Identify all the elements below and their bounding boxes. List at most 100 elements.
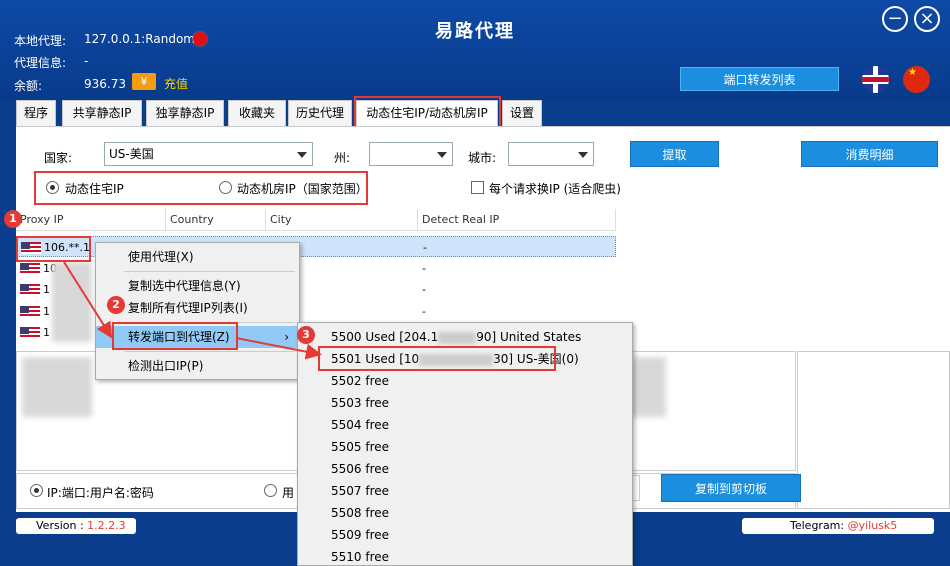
us-flag-icon	[20, 306, 40, 318]
tab-settings[interactable]: 设置	[502, 100, 542, 127]
detect-cell: -	[423, 241, 427, 254]
chevron-down-icon	[578, 152, 588, 158]
submenu-item[interactable]: 5508 free	[298, 502, 632, 524]
submenu-item[interactable]: 5507 free	[298, 480, 632, 502]
submenu-item[interactable]: 5510 free	[298, 546, 632, 566]
radio-residential[interactable]	[46, 181, 59, 194]
detect-cell: -	[422, 262, 426, 275]
submenu-item[interactable]: 5502 free	[298, 370, 632, 392]
step-badge-2: 2	[107, 296, 125, 314]
telegram-pill[interactable]: Telegram: @yilusk5	[742, 518, 934, 534]
menu-use-proxy[interactable]: 使用代理(X)	[96, 246, 299, 268]
tab-history[interactable]: 历史代理	[288, 100, 352, 127]
status-dot-icon	[193, 32, 207, 46]
redaction-blur	[52, 262, 92, 342]
cn-flag-icon[interactable]: ★	[903, 66, 930, 93]
city-select[interactable]	[508, 142, 594, 166]
balance-value: 936.73	[84, 77, 126, 91]
country-select[interactable]: US-美国	[104, 142, 313, 166]
proxy-ip-cell: 1	[43, 283, 50, 296]
col-proxy-ip[interactable]: Proxy IP	[16, 209, 166, 231]
tab-dedicated-static[interactable]: 独享静态IP	[146, 100, 224, 127]
port-forward-list-button[interactable]: 端口转发列表	[680, 67, 839, 91]
tab-favorites[interactable]: 收藏夹	[228, 100, 286, 127]
telegram-value[interactable]: @yilusk5	[848, 519, 898, 532]
close-icon[interactable]: ×	[914, 6, 940, 32]
recharge-link[interactable]: 充值	[164, 75, 188, 92]
highlight-box-tab	[354, 96, 501, 128]
us-flag-icon	[20, 263, 40, 275]
col-city[interactable]: City	[266, 209, 418, 231]
city-label: 城市:	[468, 151, 497, 165]
submenu-item[interactable]: 5500 Used [204.1 90] United States	[298, 326, 632, 348]
menu-separator	[124, 271, 295, 272]
side-box	[797, 351, 950, 509]
radio-datacenter[interactable]	[219, 181, 232, 194]
col-country[interactable]: Country	[166, 209, 266, 231]
radio-residential-label: 动态住宅IP	[65, 182, 124, 196]
per-request-label: 每个请求换IP (适合爬虫)	[489, 182, 621, 196]
chevron-down-icon	[297, 152, 307, 158]
radio-format-2[interactable]	[264, 484, 277, 497]
submenu-item[interactable]: 5503 free	[298, 392, 632, 414]
chevron-down-icon	[437, 152, 447, 158]
local-proxy-value: 127.0.0.1:Random	[84, 32, 195, 46]
local-proxy-label: 本地代理:	[14, 34, 67, 48]
minimize-icon[interactable]: −	[882, 6, 908, 32]
submenu-item[interactable]: 5504 free	[298, 414, 632, 436]
country-label: 国家:	[44, 151, 73, 165]
balance-row: 余额: 936.73	[14, 77, 126, 94]
radio-datacenter-label: 动态机房IP（国家范围）	[237, 182, 368, 196]
step-badge-1: 1	[4, 210, 22, 228]
submenu-item-tail: 90] United States	[476, 330, 582, 344]
radio-format-ip-port-label: IP:端口:用户名:密码	[47, 486, 154, 500]
highlight-box-row	[16, 236, 91, 262]
step-badge-3: 3	[297, 326, 315, 344]
table-header: Proxy IP Country City Detect Real IP	[16, 209, 616, 231]
tab-shared-static[interactable]: 共享静态IP	[62, 100, 142, 127]
proxy-ip-cell: 1	[43, 305, 50, 318]
us-flag-icon	[20, 284, 40, 296]
version-pill: Version : 1.2.2.3	[16, 518, 136, 534]
redaction-blur	[438, 331, 477, 344]
menu-copy-selected[interactable]: 复制选中代理信息(Y)	[96, 275, 299, 297]
version-label: Version :	[36, 519, 88, 532]
proxy-info-row: 代理信息: -	[14, 54, 88, 71]
submenu-item[interactable]: 5509 free	[298, 524, 632, 546]
country-value: US-美国	[109, 147, 154, 161]
col-detect-real-ip[interactable]: Detect Real IP	[418, 209, 616, 231]
proxy-ip-cell: 1	[43, 326, 50, 339]
chevron-right-icon: ›	[284, 330, 289, 344]
proxy-info-value: -	[84, 54, 89, 68]
consumption-details-button[interactable]: 消费明细	[801, 141, 938, 167]
per-request-checkbox[interactable]	[471, 181, 484, 194]
uk-flag-icon[interactable]	[862, 66, 889, 93]
redaction-blur	[22, 357, 92, 417]
yen-icon[interactable]: ¥	[132, 73, 156, 90]
balance-label: 余额:	[14, 79, 43, 93]
radio-format-ip-port[interactable]	[30, 484, 43, 497]
highlight-box-submenu	[318, 346, 556, 371]
detect-cell: -	[422, 305, 426, 318]
detect-cell: -	[422, 283, 426, 296]
state-label: 州:	[334, 151, 351, 165]
submenu-item[interactable]: 5506 free	[298, 458, 632, 480]
submenu-item-label: 5500 Used [204.1	[331, 330, 439, 344]
proxy-info-label: 代理信息:	[14, 56, 67, 70]
telegram-label: Telegram:	[790, 519, 848, 532]
submenu-item[interactable]: 5505 free	[298, 436, 632, 458]
version-value: 1.2.2.3	[87, 519, 126, 532]
tab-program[interactable]: 程序	[16, 100, 56, 127]
local-proxy-row: 本地代理: 127.0.0.1:Random	[14, 32, 195, 49]
header: 易路代理 − × 本地代理: 127.0.0.1:Random 代理信息: - …	[0, 0, 950, 100]
highlight-box-menu	[112, 322, 238, 350]
state-select[interactable]	[369, 142, 453, 166]
menu-separator	[124, 351, 295, 352]
menu-check-exit-ip[interactable]: 检测出口IP(P)	[96, 355, 299, 377]
us-flag-icon	[20, 327, 40, 339]
fetch-button[interactable]: 提取	[630, 141, 719, 167]
radio-format-2-label: 用	[282, 486, 295, 500]
context-menu: 使用代理(X) 复制选中代理信息(Y) 复制所有代理IP列表(I) 转发端口到代…	[95, 242, 300, 380]
menu-copy-all[interactable]: 复制所有代理IP列表(I)	[96, 297, 299, 319]
copy-to-clipboard-button[interactable]: 复制到剪切板	[661, 474, 801, 502]
